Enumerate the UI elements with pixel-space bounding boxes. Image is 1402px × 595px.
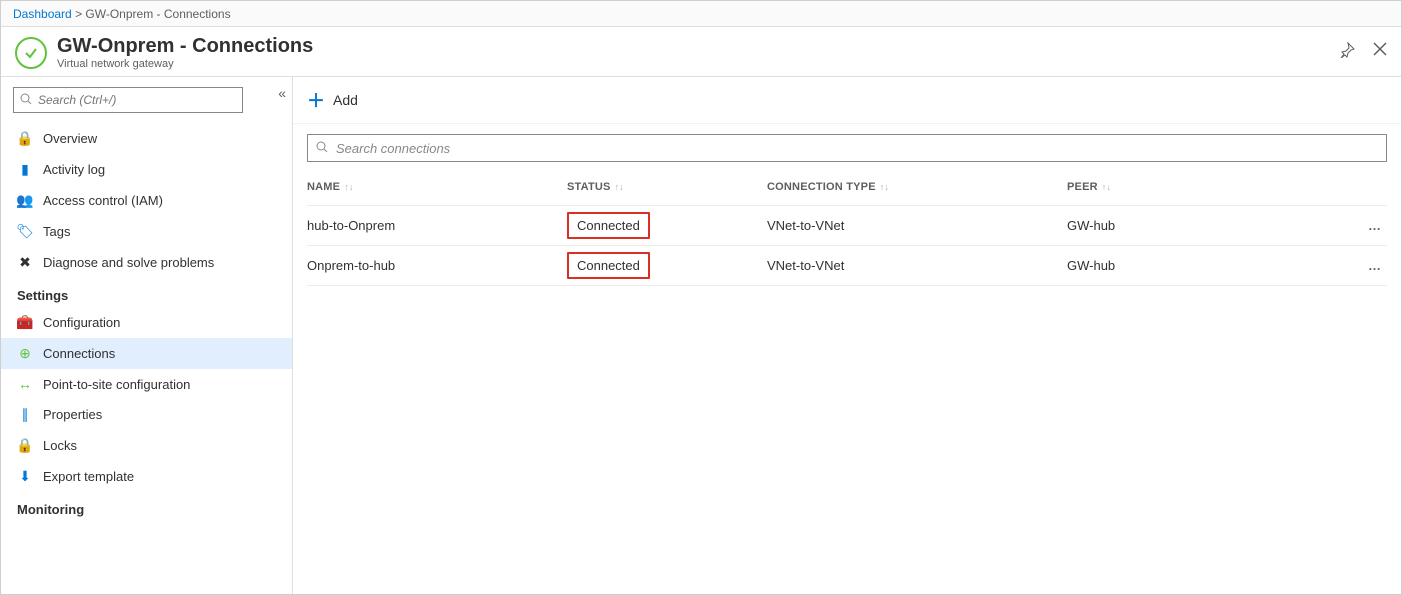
page-title: GW-Onprem - Connections: [57, 35, 313, 58]
sidebar: « 🔒 Overview ▮ Activity log 👥 Access control …: [1, 77, 293, 594]
col-peer[interactable]: PEER↑↓: [1067, 181, 1347, 193]
search-icon: [20, 93, 32, 108]
cell-status: Connected: [567, 212, 767, 239]
cell-peer: GW-hub: [1067, 218, 1347, 233]
row-more-icon[interactable]: …: [1347, 218, 1387, 233]
nav-label: Diagnose and solve problems: [43, 255, 214, 270]
nav-label: Connections: [43, 346, 115, 361]
col-name[interactable]: NAME↑↓: [307, 181, 567, 193]
vnet-gateway-icon: [15, 37, 47, 69]
nav-icon: ▮: [17, 161, 33, 178]
section-settings: Settings: [1, 278, 292, 307]
sidebar-search[interactable]: [13, 87, 243, 113]
add-button[interactable]: Add: [333, 92, 358, 108]
nav-icon: 🏷: [17, 223, 33, 240]
nav-label: Overview: [43, 131, 97, 146]
cell-name: Onprem-to-hub: [307, 258, 567, 273]
nav-label: Locks: [43, 438, 77, 453]
close-icon[interactable]: [1373, 42, 1387, 63]
col-type[interactable]: CONNECTION TYPE↑↓: [767, 181, 1067, 193]
collapse-sidebar-icon[interactable]: «: [278, 85, 286, 101]
breadcrumb: Dashboard > GW-Onprem - Connections: [1, 1, 1401, 27]
sidebar-item-configuration[interactable]: 🧰 Configuration: [1, 307, 292, 338]
nav-icon: ✖: [17, 254, 33, 271]
sidebar-item-export-template[interactable]: ⬇ Export template: [1, 461, 292, 492]
nav-icon: 🧰: [17, 314, 33, 331]
sidebar-item-locks[interactable]: 🔒 Locks: [1, 430, 292, 461]
col-status[interactable]: STATUS↑↓: [567, 181, 767, 193]
toolbar: ＋ Add: [293, 77, 1401, 124]
row-more-icon[interactable]: …: [1347, 258, 1387, 273]
nav-icon: 🔒: [17, 130, 33, 147]
search-icon: [316, 141, 328, 156]
nav-label: Activity log: [43, 162, 105, 177]
sidebar-item-activity-log[interactable]: ▮ Activity log: [1, 154, 292, 185]
nav-icon: ↔: [17, 376, 33, 392]
nav-icon: ⊕: [17, 345, 33, 362]
nav-icon: 👥: [17, 192, 33, 209]
sidebar-item-point-to-site-configuration[interactable]: ↔ Point-to-site configuration: [1, 369, 292, 399]
nav-label: Properties: [43, 407, 102, 422]
sort-icon: ↑↓: [615, 182, 624, 192]
nav-label: Access control (IAM): [43, 193, 163, 208]
connections-table: NAME↑↓ STATUS↑↓ CONNECTION TYPE↑↓ PEER↑↓…: [307, 168, 1387, 286]
table-row[interactable]: Onprem-to-hubConnected VNet-to-VNetGW-hub…: [307, 246, 1387, 286]
sidebar-item-access-control-iam-[interactable]: 👥 Access control (IAM): [1, 185, 292, 216]
section-monitoring: Monitoring: [1, 492, 292, 521]
sidebar-item-properties[interactable]: ∥ Properties: [1, 399, 292, 430]
nav-label: Tags: [43, 224, 70, 239]
sidebar-item-tags[interactable]: 🏷 Tags: [1, 216, 292, 247]
breadcrumb-sep: >: [75, 7, 85, 21]
nav-label: Export template: [43, 469, 134, 484]
nav-icon: 🔒: [17, 437, 33, 454]
sort-icon: ↑↓: [344, 182, 353, 192]
sidebar-search-input[interactable]: [38, 93, 236, 107]
sort-icon: ↑↓: [1102, 182, 1111, 192]
main-panel: ＋ Add Search connections NAME↑↓ STATUS↑↓…: [293, 77, 1401, 594]
breadcrumb-current: GW-Onprem - Connections: [85, 7, 230, 21]
cell-status: Connected: [567, 252, 767, 279]
table-row[interactable]: hub-to-OnpremConnected VNet-to-VNetGW-hub…: [307, 206, 1387, 246]
sidebar-item-diagnose-and-solve-problems[interactable]: ✖ Diagnose and solve problems: [1, 247, 292, 278]
add-icon: ＋: [307, 87, 325, 113]
sort-icon: ↑↓: [880, 182, 889, 192]
page-subtitle: Virtual network gateway: [57, 58, 313, 70]
main-search[interactable]: Search connections: [307, 134, 1387, 162]
status-badge: Connected: [567, 252, 650, 279]
cell-name: hub-to-Onprem: [307, 218, 567, 233]
sidebar-nav[interactable]: 🔒 Overview ▮ Activity log 👥 Access control (I…: [1, 119, 292, 594]
status-badge: Connected: [567, 212, 650, 239]
cell-type: VNet-to-VNet: [767, 218, 1067, 233]
nav-icon: ⬇: [17, 468, 33, 485]
nav-label: Point-to-site configuration: [43, 377, 190, 392]
pin-icon[interactable]: [1339, 42, 1355, 63]
table-header: NAME↑↓ STATUS↑↓ CONNECTION TYPE↑↓ PEER↑↓: [307, 168, 1387, 206]
nav-label: Configuration: [43, 315, 120, 330]
cell-peer: GW-hub: [1067, 258, 1347, 273]
cell-type: VNet-to-VNet: [767, 258, 1067, 273]
page-header: GW-Onprem - Connections Virtual network …: [1, 27, 1401, 77]
breadcrumb-root[interactable]: Dashboard: [13, 7, 72, 21]
main-search-placeholder: Search connections: [336, 141, 450, 156]
sidebar-item-overview[interactable]: 🔒 Overview: [1, 123, 292, 154]
sidebar-item-connections[interactable]: ⊕ Connections: [1, 338, 292, 369]
nav-icon: ∥: [17, 406, 33, 423]
